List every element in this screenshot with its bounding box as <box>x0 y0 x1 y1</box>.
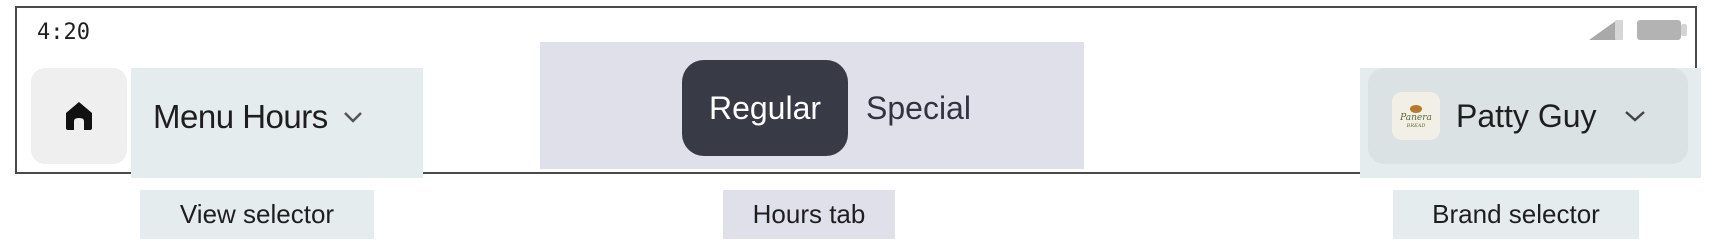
view-selector-dropdown[interactable]: Menu Hours <box>153 98 364 136</box>
brand-selector-callout: Brand selector <box>1393 190 1639 239</box>
view-selector-region: Menu Hours <box>131 68 423 178</box>
view-selector-label: Menu Hours <box>153 98 328 135</box>
chevron-down-icon <box>343 112 362 123</box>
hours-tab-region: Regular Special <box>540 42 1084 169</box>
wheat-icon <box>1410 104 1422 113</box>
tab-regular[interactable]: Regular <box>682 60 848 156</box>
brand-logo: Panera BREAD <box>1392 92 1440 140</box>
brand-selector-dropdown[interactable]: Panera BREAD Patty Guy <box>1368 68 1688 164</box>
brand-selector-region: Panera BREAD Patty Guy <box>1360 68 1701 178</box>
brand-name: Patty Guy <box>1456 97 1597 134</box>
brand-logo-subtext: BREAD <box>1406 122 1426 129</box>
hours-tab-callout: Hours tab <box>723 190 895 239</box>
status-time: 4:20 <box>37 20 90 45</box>
chevron-down-icon <box>1624 111 1645 122</box>
view-selector-callout: View selector <box>140 190 374 239</box>
brand-logo-text: Panera <box>1400 112 1432 123</box>
cell-signal-icon <box>1589 20 1623 40</box>
home-button[interactable] <box>31 68 127 164</box>
tab-special[interactable]: Special <box>866 60 971 156</box>
home-icon <box>66 102 92 130</box>
battery-icon <box>1637 20 1687 40</box>
